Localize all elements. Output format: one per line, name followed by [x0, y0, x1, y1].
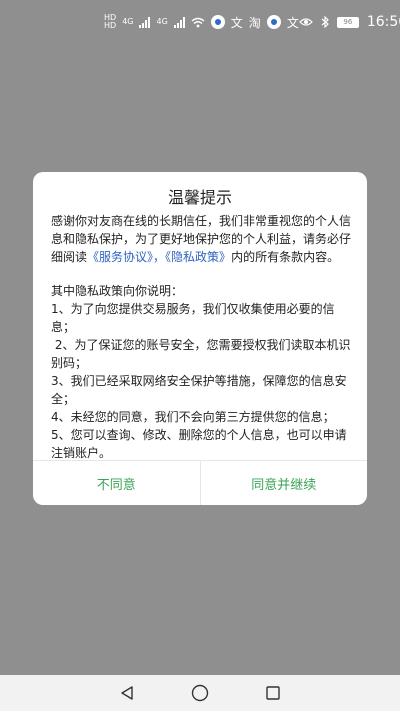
privacy-policy-link[interactable]: 《隐私政策》	[165, 250, 231, 264]
status-bar: HD HD 4G 4G 文 淘 文 96 16:56	[0, 0, 400, 44]
eye-icon	[298, 18, 313, 26]
navigation-bar	[0, 675, 400, 711]
wifi-icon	[191, 17, 205, 27]
status-bar-left: HD HD 4G 4G 文 淘 文	[104, 14, 299, 31]
sim-label-2: HD	[104, 21, 117, 30]
app-text-1: 文	[230, 15, 243, 30]
intro-paragraph: 感谢你对友商在线的长期信任，我们非常重视您的个人信息和隐私保护，为了更好地保护您…	[51, 212, 351, 266]
network-label-2: 4G	[156, 17, 168, 26]
policy-item: 3、我们已经采取网络安全保护等措施，保障您的信息安全；	[51, 374, 347, 406]
service-agreement-link[interactable]: 《服务协议》	[87, 250, 153, 264]
clock: 16:56	[366, 14, 400, 30]
home-button[interactable]	[188, 681, 212, 705]
link-separator: ，	[153, 250, 166, 264]
policy-item: 5、您可以查询、修改、删除您的个人信息，也可以申请注销账户。	[51, 428, 347, 460]
policy-item: 2、为了保证您的账号安全，您需要授权我们读取本机识别码；	[51, 338, 351, 370]
dialog-body: 感谢你对友商在线的长期信任，我们非常重视您的个人信息和隐私保护，为了更好地保护您…	[51, 212, 351, 462]
square-recents-icon	[266, 686, 281, 700]
bluetooth-icon	[321, 16, 329, 28]
policy-section: 其中隐私政策向你说明： 1、为了向您提供交易服务，我们仅收集使用必要的信息； 2…	[51, 282, 351, 462]
intro-text-end: 内的所有条款内容。	[231, 250, 340, 264]
policy-heading: 其中隐私政策向你说明：	[51, 284, 184, 298]
circle-home-icon	[191, 684, 209, 702]
agree-continue-button[interactable]: 同意并继续	[201, 461, 368, 505]
triangle-back-icon	[120, 686, 133, 700]
dialog-buttons: 不同意 同意并继续	[33, 461, 367, 505]
signal-icon-2	[173, 16, 185, 28]
dialog-title: 温馨提示	[167, 188, 232, 207]
disagree-button[interactable]: 不同意	[33, 461, 200, 505]
privacy-dialog: 温馨提示 感谢你对友商在线的长期信任，我们非常重视您的个人信息和隐私保护，为了更…	[33, 172, 367, 505]
app-notification-icon	[210, 15, 225, 29]
policy-item: 4、未经您的同意，我们不会向第三方提供您的信息；	[51, 410, 335, 424]
battery-icon: 96	[336, 16, 359, 28]
sim-indicators: HD HD	[104, 14, 116, 30]
app-text-2: 淘	[248, 15, 261, 30]
policy-item: 1、为了向您提供交易服务，我们仅收集使用必要的信息；	[51, 302, 335, 334]
app-notification-icon-2	[266, 15, 281, 29]
recents-button[interactable]	[261, 681, 285, 705]
back-button[interactable]	[115, 681, 139, 705]
app-text-3: 文	[286, 15, 299, 30]
status-bar-right: 96 16:56	[298, 14, 400, 30]
network-label-1: 4G	[122, 17, 134, 26]
signal-icon	[139, 16, 151, 28]
